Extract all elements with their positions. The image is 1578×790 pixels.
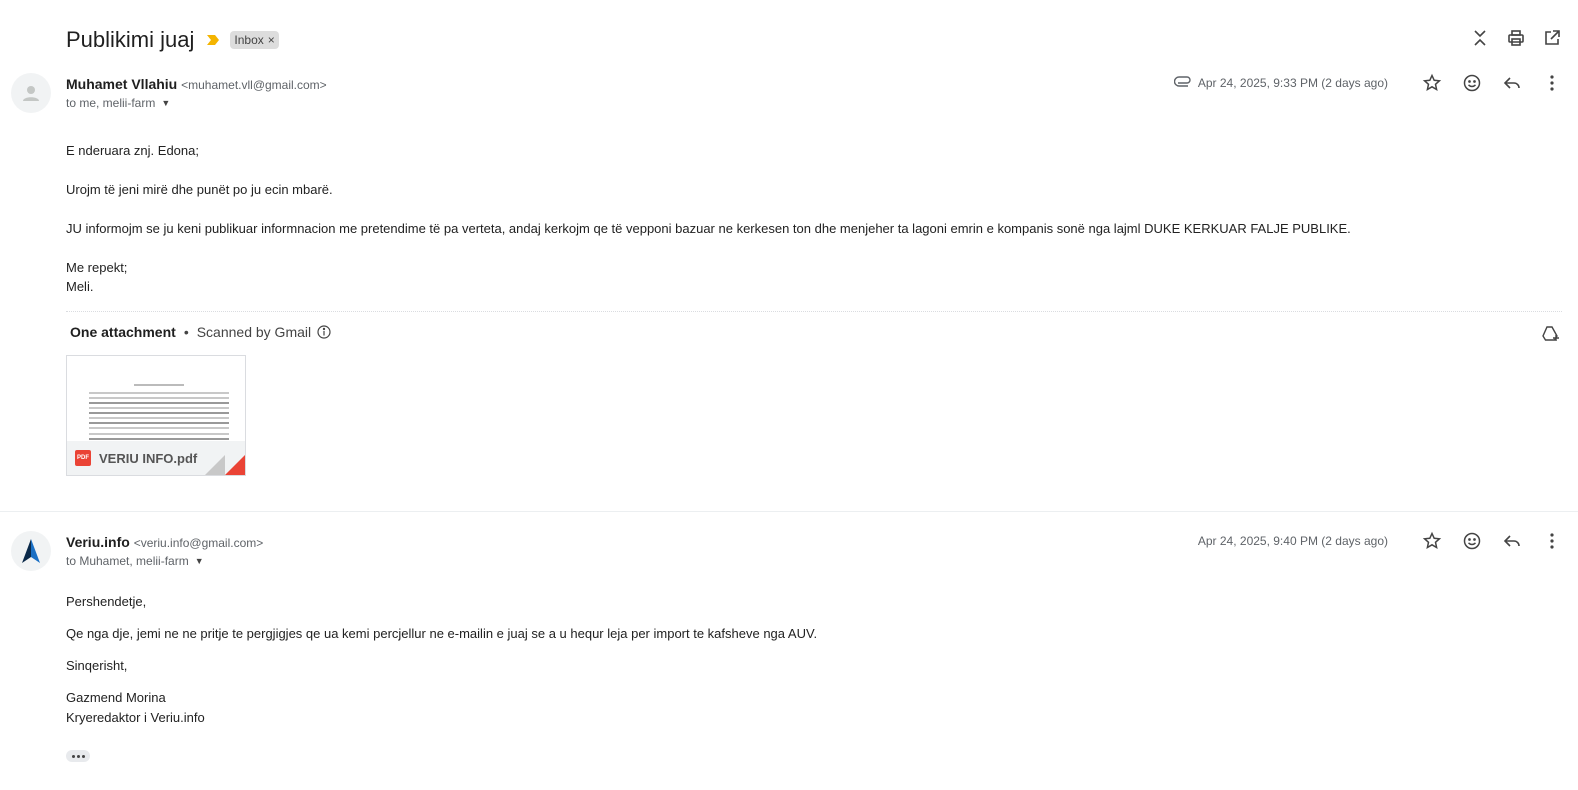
attachment-icon (1173, 76, 1191, 87)
star-icon[interactable] (1422, 531, 1442, 551)
emoji-reaction-icon[interactable] (1462, 73, 1482, 93)
body-line: Kryeredaktor i Veriu.info (66, 710, 205, 725)
expand-collapse-icon[interactable] (1470, 28, 1490, 48)
body-line: JU informojm se ju keni publikuar inform… (66, 221, 1351, 236)
sender-line: Muhamet Vllahiu <muhamet.vll@gmail.com> (66, 76, 327, 92)
sender-name[interactable]: Veriu.info (66, 534, 130, 550)
attachment-divider (66, 311, 1562, 312)
message-meta: Apr 24, 2025, 9:33 PM (2 days ago) (1173, 73, 1562, 93)
recipients-text: to me, melii-farm (66, 96, 156, 110)
attachment-card[interactable]: PDF VERIU INFO.pdf (66, 355, 246, 476)
thread-subject: Publikimi juaj (66, 27, 195, 52)
recipients-line: to Muhamet, melii-farm ▼ (66, 554, 204, 568)
page-corner-icon (225, 455, 245, 475)
body-line: Urojm të jeni mirë dhe punët po ju ecin … (66, 182, 333, 197)
importance-marker-icon[interactable] (206, 33, 220, 47)
body-line: Me repekt; (66, 260, 128, 275)
message-separator (0, 511, 1578, 512)
message-body: Pershendetje, Qe nga dje, jemi ne ne pri… (66, 592, 817, 727)
recipients-line: to me, melii-farm ▼ (66, 96, 170, 110)
sender-email: <veriu.info@gmail.com> (133, 536, 264, 550)
sender-name[interactable]: Muhamet Vllahiu (66, 76, 177, 92)
attachment-filename: VERIU INFO.pdf (99, 450, 198, 466)
page-fold-decoration (205, 455, 225, 475)
thread-header: Publikimi juaj Inbox × (66, 24, 279, 56)
message-date: Apr 24, 2025, 9:33 PM (2 days ago) (1197, 76, 1388, 90)
sender-email: <muhamet.vll@gmail.com> (181, 78, 327, 92)
scanned-by-gmail: Scanned by Gmail (196, 324, 312, 340)
body-line: Pershendetje, (66, 594, 147, 609)
more-options-icon[interactable] (1542, 531, 1562, 551)
body-line: E nderuara znj. Edona; (66, 143, 199, 158)
show-details-icon[interactable]: ▼ (195, 556, 204, 566)
body-line: Gazmend Morina (66, 690, 166, 705)
remove-label-button[interactable]: × (268, 33, 275, 47)
show-trimmed-content-button[interactable] (66, 750, 90, 762)
avatar[interactable] (11, 73, 51, 113)
add-to-drive-icon[interactable] (1540, 324, 1560, 344)
pdf-file-icon: PDF (75, 450, 91, 466)
recipients-text: to Muhamet, melii-farm (66, 554, 189, 568)
star-icon[interactable] (1422, 73, 1442, 93)
open-new-window-icon[interactable] (1542, 28, 1562, 48)
body-line: Sinqerisht, (66, 658, 128, 673)
veriu-logo-icon (22, 539, 40, 563)
attachments-header: One attachment • Scanned by Gmail (70, 324, 331, 340)
show-details-icon[interactable]: ▼ (161, 98, 170, 108)
info-icon[interactable] (317, 325, 331, 339)
print-icon[interactable] (1506, 28, 1526, 48)
body-line: Meli. (66, 279, 94, 294)
more-options-icon[interactable] (1542, 73, 1562, 93)
thread-actions (1470, 28, 1562, 48)
person-icon (23, 86, 39, 101)
message-body: E nderuara znj. Edona; Urojm të jeni mir… (66, 141, 1351, 296)
emoji-reaction-icon[interactable] (1462, 531, 1482, 551)
attachment-preview (67, 356, 245, 445)
attachments-title: One attachment (70, 324, 176, 340)
separator-dot: • (183, 324, 189, 340)
message-meta: Apr 24, 2025, 9:40 PM (2 days ago) (1198, 531, 1562, 551)
label-chip-text: Inbox (234, 33, 264, 47)
label-chip-inbox: Inbox × (230, 31, 279, 49)
sender-line: Veriu.info <veriu.info@gmail.com> (66, 534, 263, 550)
avatar[interactable] (11, 531, 51, 571)
message-date: Apr 24, 2025, 9:40 PM (2 days ago) (1197, 534, 1388, 548)
body-line: Qe nga dje, jemi ne ne pritje te pergjig… (66, 626, 818, 641)
reply-icon[interactable] (1502, 73, 1522, 93)
reply-icon[interactable] (1502, 531, 1522, 551)
